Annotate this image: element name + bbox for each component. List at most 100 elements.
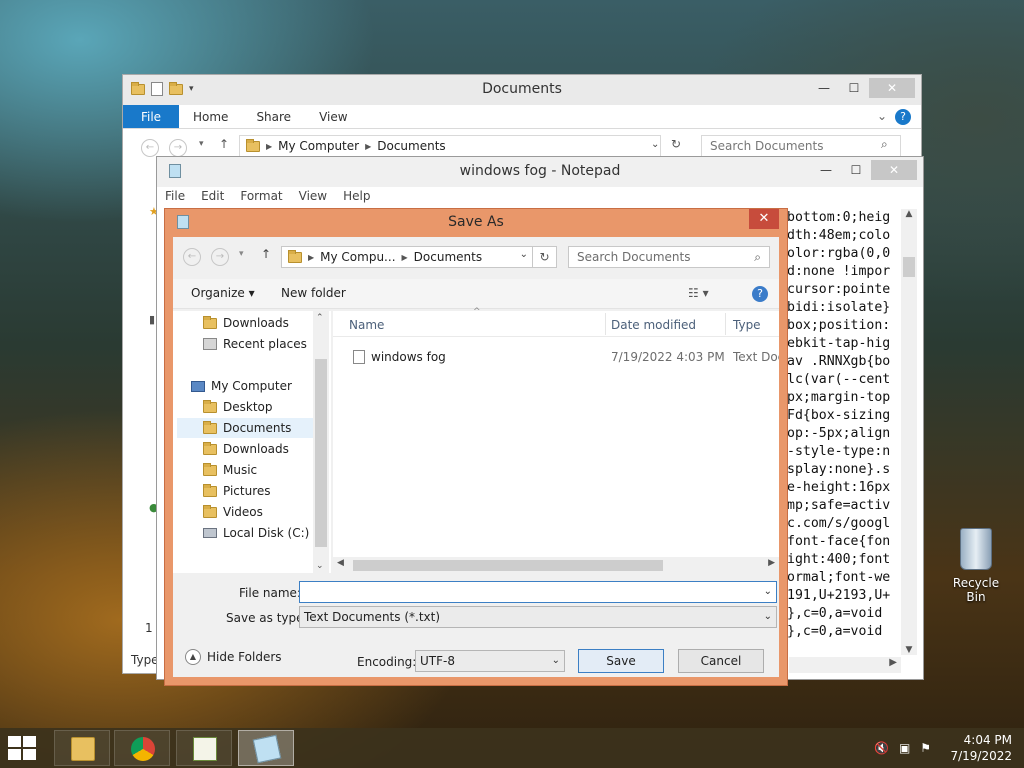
new-folder-button[interactable]: New folder bbox=[281, 286, 346, 300]
tab-home[interactable]: Home bbox=[179, 105, 242, 128]
notepad-vertical-scrollbar[interactable]: ▲ ▼ bbox=[901, 209, 917, 655]
scroll-down-icon[interactable]: ⌄ bbox=[316, 561, 324, 571]
recent-locations-icon[interactable]: ▾ bbox=[199, 139, 204, 149]
menu-file[interactable]: File bbox=[157, 187, 193, 207]
close-button[interactable]: ✕ bbox=[871, 160, 917, 180]
documents-folder-icon bbox=[203, 420, 217, 434]
breadcrumb-documents[interactable]: Documents bbox=[414, 250, 482, 264]
address-dropdown-icon[interactable]: ⌄ bbox=[651, 139, 659, 150]
forward-button[interactable]: → bbox=[169, 139, 187, 157]
notepad-text-area[interactable]: bottom:0;heig dth:48em;colo olor:rgba(0,0 d… bbox=[787, 209, 895, 659]
expand-ribbon-icon[interactable]: ⌄ bbox=[877, 109, 887, 123]
tab-file[interactable]: File bbox=[123, 105, 179, 128]
explorer-search-input[interactable]: Search Documents bbox=[701, 135, 901, 157]
scroll-up-icon[interactable]: ⌃ bbox=[316, 313, 324, 323]
tree-item-my-computer[interactable]: My Computer bbox=[191, 376, 292, 396]
menu-edit[interactable]: Edit bbox=[193, 187, 232, 207]
save-as-search-input[interactable]: Search Documents ⌕ bbox=[568, 246, 770, 268]
file-row[interactable]: windows fog bbox=[353, 347, 446, 367]
maximize-button[interactable]: ☐ bbox=[841, 160, 871, 180]
notepad-horizontal-scrollbar[interactable]: ▶ bbox=[789, 657, 901, 673]
scroll-down-icon[interactable]: ▼ bbox=[901, 645, 917, 655]
taskbar-chrome[interactable] bbox=[114, 730, 170, 766]
scroll-right-icon[interactable]: ▶ bbox=[768, 558, 775, 568]
taskbar-notepad[interactable] bbox=[238, 730, 294, 766]
action-center-icon[interactable]: ⚑ bbox=[920, 741, 931, 755]
explorer-titlebar[interactable]: ▾ Documents — ☐ ✕ bbox=[123, 75, 921, 105]
tree-item-label: Downloads bbox=[223, 316, 289, 330]
column-date-modified[interactable]: Date modified bbox=[611, 318, 696, 332]
recent-locations-icon[interactable]: ▾ bbox=[239, 249, 244, 259]
explorer-address-bar[interactable]: ▶ My Computer ▶ Documents bbox=[239, 135, 661, 157]
text-line: ight:400;font bbox=[787, 552, 891, 567]
column-separator[interactable] bbox=[605, 313, 606, 335]
scroll-up-icon[interactable]: ▲ bbox=[901, 209, 917, 219]
tree-item-documents[interactable]: Documents bbox=[177, 418, 313, 438]
refresh-icon[interactable]: ↻ bbox=[532, 247, 556, 267]
menu-format[interactable]: Format bbox=[232, 187, 290, 207]
taskbar-clock[interactable]: 4:04 PM 7/19/2022 bbox=[950, 732, 1012, 764]
forward-button[interactable]: → bbox=[211, 248, 229, 266]
tree-item-local-disk[interactable]: Local Disk (C:) bbox=[203, 523, 309, 543]
breadcrumb-documents[interactable]: Documents bbox=[377, 139, 445, 153]
chevron-down-icon[interactable]: ⌄ bbox=[764, 607, 772, 627]
tab-share[interactable]: Share bbox=[242, 105, 305, 128]
tree-item-desktop[interactable]: Desktop bbox=[203, 397, 273, 417]
save-as-address-bar[interactable]: ▶ My Compu... ▶ Documents ⌄ ↻ bbox=[281, 246, 557, 268]
start-button[interactable] bbox=[8, 736, 38, 760]
help-icon[interactable]: ? bbox=[752, 286, 768, 302]
file-name-input[interactable]: ⌄ bbox=[299, 581, 777, 603]
column-name[interactable]: Name bbox=[349, 318, 384, 332]
scroll-thumb[interactable] bbox=[315, 359, 327, 547]
desktop-icon-recycle-bin[interactable]: Recycle Bin bbox=[944, 528, 1008, 604]
back-button[interactable]: ← bbox=[141, 139, 159, 157]
tab-view[interactable]: View bbox=[305, 105, 361, 128]
close-button[interactable]: ✕ bbox=[869, 78, 915, 98]
chevron-down-icon[interactable]: ⌄ bbox=[764, 582, 772, 602]
cancel-button[interactable]: Cancel bbox=[678, 649, 764, 673]
save-as-type-select[interactable]: Text Documents (*.txt) ⌄ bbox=[299, 606, 777, 628]
maximize-button[interactable]: ☐ bbox=[839, 78, 869, 98]
address-dropdown-icon[interactable]: ⌄ bbox=[520, 249, 528, 260]
back-button[interactable]: ← bbox=[183, 248, 201, 266]
scroll-thumb[interactable] bbox=[353, 560, 663, 571]
change-view-icon[interactable]: ☷ ▾ bbox=[688, 286, 709, 300]
hide-folders-button[interactable]: ▲ Hide Folders bbox=[185, 649, 282, 665]
taskbar-file-explorer[interactable] bbox=[54, 730, 110, 766]
menu-help[interactable]: Help bbox=[335, 187, 378, 207]
save-button[interactable]: Save bbox=[578, 649, 664, 673]
notepad-titlebar[interactable]: windows fog - Notepad — ☐ ✕ bbox=[157, 157, 923, 187]
scroll-left-icon[interactable]: ◀ bbox=[337, 558, 344, 568]
save-as-titlebar[interactable]: Save As ✕ bbox=[165, 209, 787, 235]
close-button[interactable]: ✕ bbox=[749, 209, 779, 229]
file-list-horizontal-scrollbar[interactable]: ◀ ▶ bbox=[333, 557, 779, 573]
network-icon[interactable]: ▣ bbox=[899, 741, 910, 755]
encoding-select[interactable]: UTF-8 ⌄ bbox=[415, 650, 565, 672]
organize-button[interactable]: Organize ▾ bbox=[191, 286, 255, 300]
tree-item-recent-places[interactable]: Recent places bbox=[203, 334, 307, 354]
column-type[interactable]: Type bbox=[733, 318, 761, 332]
menu-view[interactable]: View bbox=[291, 187, 335, 207]
minimize-button[interactable]: — bbox=[811, 160, 841, 180]
tree-item-videos[interactable]: Videos bbox=[203, 502, 263, 522]
breadcrumb-my-computer[interactable]: My Compu... bbox=[320, 250, 395, 264]
tree-item-pictures[interactable]: Pictures bbox=[203, 481, 271, 501]
text-line: px;margin-top bbox=[787, 390, 891, 405]
column-separator[interactable] bbox=[725, 313, 726, 335]
chevron-down-icon[interactable]: ⌄ bbox=[552, 651, 560, 671]
tree-item-downloads-favorite[interactable]: Downloads bbox=[203, 313, 289, 333]
up-arrow-icon[interactable]: ↑ bbox=[219, 137, 229, 151]
minimize-button[interactable]: — bbox=[809, 78, 839, 98]
tree-item-downloads[interactable]: Downloads bbox=[203, 439, 289, 459]
scroll-thumb[interactable] bbox=[903, 257, 915, 277]
scroll-right-icon[interactable]: ▶ bbox=[889, 657, 897, 668]
up-arrow-icon[interactable]: ↑ bbox=[261, 247, 271, 261]
help-icon[interactable]: ? bbox=[895, 109, 911, 125]
save-as-dialog[interactable]: Save As ✕ ← → ▾ ↑ ▶ My Compu... ▶ Docume… bbox=[164, 208, 788, 686]
refresh-icon[interactable]: ↻ bbox=[671, 137, 681, 151]
breadcrumb-my-computer[interactable]: My Computer bbox=[278, 139, 359, 153]
volume-muted-icon[interactable]: 🔇 bbox=[874, 741, 889, 755]
taskbar-notepad-plus[interactable] bbox=[176, 730, 232, 766]
navigation-pane-scrollbar[interactable]: ⌃ ⌄ bbox=[313, 311, 329, 573]
tree-item-music[interactable]: Music bbox=[203, 460, 257, 480]
